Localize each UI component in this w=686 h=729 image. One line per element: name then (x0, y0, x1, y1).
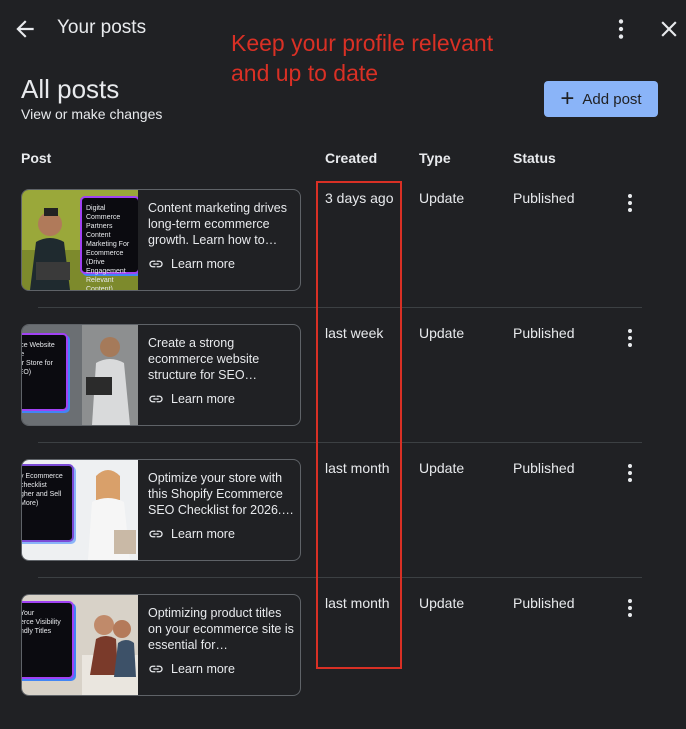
annotation-text: Keep your profile relevant and up to dat… (231, 30, 494, 86)
link-icon (149, 260, 163, 268)
thumbnail-caption: erce Website ure our Store for SEO) (22, 333, 68, 411)
post-card[interactable]: Digital Commerce Partners Content Market… (21, 189, 301, 291)
status-cell: Published (513, 460, 575, 476)
page-title: Your posts (57, 17, 147, 38)
column-header-status: Status (513, 150, 556, 166)
column-header-type: Type (419, 150, 451, 166)
learn-more-link[interactable]: Learn more (148, 256, 235, 272)
section-heading: All posts (21, 74, 120, 104)
learn-more-link[interactable]: Learn more (148, 526, 235, 542)
status-cell: Published (513, 190, 575, 206)
section-subheading: View or make changes (21, 106, 163, 122)
more-vert-icon[interactable] (618, 596, 642, 620)
type-cell: Update (419, 190, 465, 206)
highlight-box (316, 181, 402, 669)
post-snippet: Optimizing product titles on your ecomme… (148, 606, 294, 652)
learn-more-label: Learn more (171, 257, 235, 271)
plus-icon: + (560, 85, 575, 112)
link-icon (149, 395, 163, 403)
add-post-label: Add post (582, 90, 642, 108)
post-card[interactable]: erce Website ure our Store for SEO) Crea… (21, 324, 301, 426)
post-snippet: Optimize your store with this Shopify Ec… (148, 471, 294, 517)
link-icon (149, 530, 163, 538)
type-cell: Update (419, 460, 465, 476)
type-cell: Update (419, 595, 465, 611)
add-post-button[interactable]: + Add post (544, 81, 658, 117)
status-cell: Published (513, 325, 575, 341)
column-header-created: Created (325, 150, 378, 166)
thumbnail-caption: Digital Commerce Partners Content Market… (80, 196, 138, 290)
post-snippet: Content marketing drives long-term ecomm… (148, 201, 287, 247)
status-cell: Published (513, 595, 575, 611)
thumbnail-caption: y Ecommerce checklist gher and Sell More… (22, 464, 74, 542)
post-thumbnail: Digital Commerce Partners Content Market… (22, 190, 138, 290)
more-vert-icon[interactable] (618, 461, 642, 485)
type-cell: Update (419, 325, 465, 341)
post-thumbnail: y Ecommerce checklist gher and Sell More… (22, 460, 138, 560)
learn-more-label: Learn more (171, 662, 235, 676)
learn-more-label: Learn more (171, 527, 235, 541)
post-thumbnail: Your erce Visibility ndly Titles (22, 595, 138, 695)
arrow-back-icon[interactable] (12, 16, 38, 42)
learn-more-label: Learn more (171, 392, 235, 406)
learn-more-link[interactable]: Learn more (148, 661, 235, 677)
post-snippet: Create a strong ecommerce website struct… (148, 336, 260, 382)
more-vert-icon[interactable] (608, 16, 634, 42)
link-icon (149, 665, 163, 673)
post-thumbnail: erce Website ure our Store for SEO) (22, 325, 138, 425)
column-header-post: Post (21, 150, 52, 166)
more-vert-icon[interactable] (618, 326, 642, 350)
more-vert-icon[interactable] (618, 191, 642, 215)
post-card[interactable]: y Ecommerce checklist gher and Sell More… (21, 459, 301, 561)
post-card[interactable]: Your erce Visibility ndly Titles Optimiz… (21, 594, 301, 696)
learn-more-link[interactable]: Learn more (148, 391, 235, 407)
close-icon[interactable] (656, 16, 682, 42)
thumbnail-caption: Your erce Visibility ndly Titles (22, 601, 74, 679)
